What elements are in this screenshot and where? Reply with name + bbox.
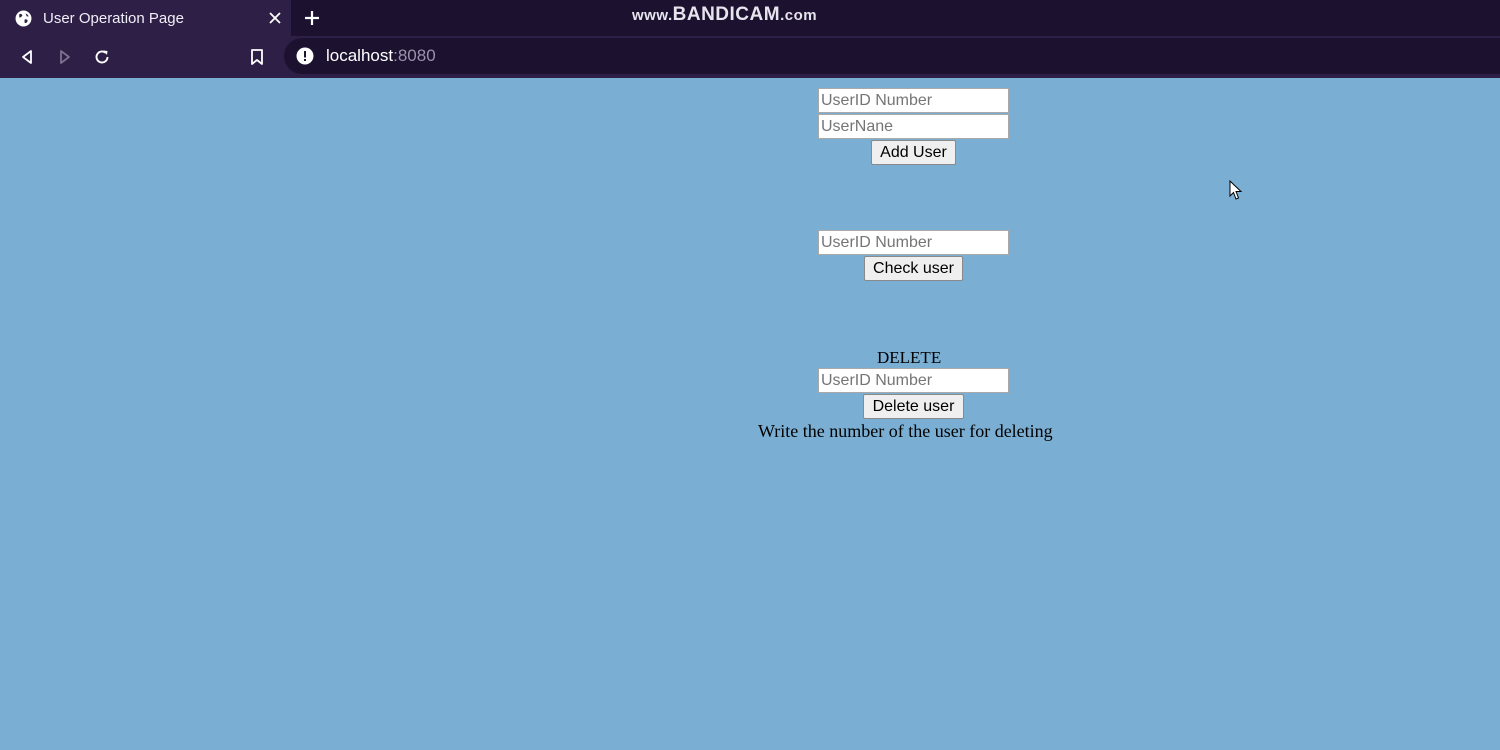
reload-button[interactable] (90, 45, 114, 69)
url-text: localhost:8080 (326, 46, 436, 65)
back-button[interactable] (15, 45, 39, 69)
info-icon[interactable] (296, 47, 314, 65)
bookmark-icon (251, 49, 263, 65)
add-userid-input[interactable] (818, 88, 1009, 113)
check-userid-input[interactable] (818, 230, 1009, 255)
browser-toolbar: localhost:8080 (0, 36, 1500, 78)
delete-heading: DELETE (877, 348, 942, 367)
new-tab-icon[interactable] (302, 8, 322, 28)
delete-userid-input[interactable] (818, 368, 1009, 393)
page-content: Add User Check user DELETE Delete user W… (0, 78, 1500, 750)
delete-hint-text: Write the number of the user for deletin… (758, 421, 1053, 441)
forward-arrow-icon (60, 50, 70, 64)
mouse-cursor-icon (1229, 180, 1243, 200)
forward-button[interactable] (53, 45, 77, 69)
recording-watermark: www.BANDICAM.com (632, 4, 818, 25)
bookmark-button[interactable] (245, 45, 269, 69)
address-bar[interactable]: localhost:8080 (284, 38, 1500, 74)
tab-title: User Operation Page (43, 9, 184, 27)
add-user-button[interactable]: Add User (871, 140, 956, 165)
add-username-input[interactable] (818, 114, 1009, 139)
close-tab-icon[interactable] (267, 10, 283, 26)
globe-icon (15, 10, 32, 26)
back-arrow-icon (22, 50, 32, 64)
browser-tab[interactable]: User Operation Page (0, 0, 291, 36)
reload-icon (95, 50, 109, 64)
delete-user-button[interactable]: Delete user (863, 394, 964, 419)
check-user-button[interactable]: Check user (864, 256, 963, 281)
browser-titlebar: User Operation Page www.BANDICAM.com (0, 0, 1500, 36)
